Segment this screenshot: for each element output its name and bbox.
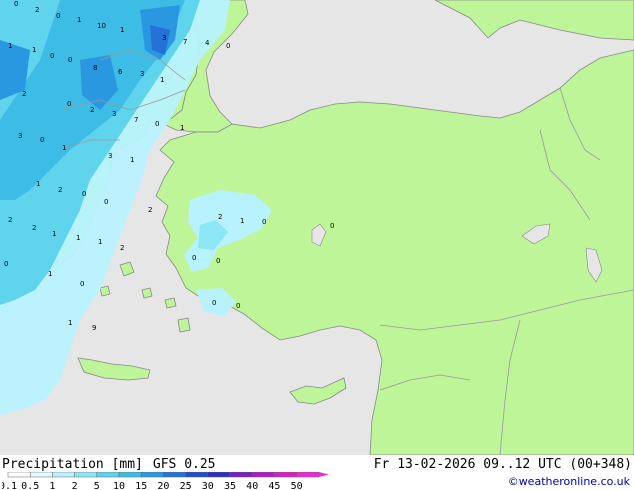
precip-value-label: 1 (52, 230, 56, 238)
precip-value-label: 2 (218, 213, 222, 221)
land-island-2 (141, 287, 153, 299)
precip-value-label: 1 (62, 144, 66, 152)
scale-label: 20 (157, 481, 169, 490)
precip-value-label: 1 (180, 124, 184, 132)
precip-value-label: 1 (8, 42, 12, 50)
precip-value-label: 2 (8, 216, 12, 224)
land-island-5 (99, 285, 111, 297)
valid-time: Fr 13-02-2026 09..12 UTC (00+348) (373, 457, 632, 472)
precip-value-label: 4 (205, 39, 210, 47)
scale-swatch (52, 472, 75, 478)
precip-value-label: 0 (67, 100, 71, 108)
precip-value-label: 2 (35, 6, 39, 14)
precip-value-label: 3 (108, 152, 112, 160)
scale-label: 15 (135, 481, 147, 490)
scale-swatch (185, 472, 209, 478)
precip-value-label: 2 (90, 106, 94, 114)
precip-value-label: 2 (58, 186, 62, 194)
scale-label: 0.5 (21, 481, 39, 490)
precip-value-label: 3 (18, 132, 22, 140)
precip-value-label: 6 (118, 68, 123, 76)
precip-value-label: 1 (76, 234, 80, 242)
precip-value-label: 2 (120, 244, 124, 252)
scale-swatch (296, 472, 320, 478)
precip-value-label: 7 (183, 38, 187, 46)
land-island-3 (164, 297, 177, 309)
precip-value-label: 10 (97, 22, 106, 30)
precip-value-label: 0 (56, 12, 60, 20)
land-island-4 (177, 317, 191, 333)
scale-label: 2 (72, 481, 78, 490)
precip-value-label: 0 (212, 299, 216, 307)
scale-swatch (251, 472, 275, 478)
precip-value-label: 0 (236, 302, 240, 310)
precip-value-label: 0 (68, 56, 72, 64)
precip-value-label: 0 (40, 136, 44, 144)
precip-value-label: 0 (14, 0, 18, 8)
precip-value-label: 3 (162, 34, 166, 42)
credit-text: ©weatheronline.co.uk (507, 475, 630, 488)
precip-value-label: 9 (92, 324, 96, 332)
precip-value-label: 2 (148, 206, 152, 214)
precip-value-label: 1 (36, 180, 40, 188)
precip-value-label: 1 (68, 319, 72, 327)
precip-value-label: 0 (104, 198, 108, 206)
scale-label: 25 (180, 481, 192, 490)
precip-value-label: 1 (240, 217, 244, 225)
precip-value-label: 2 (32, 224, 36, 232)
precip-value-label: 0 (226, 42, 230, 50)
precip-value-label: 1 (120, 26, 124, 34)
precip-value-label: 0 (82, 190, 86, 198)
scale-swatch (207, 472, 231, 478)
precip-value-label: 3 (140, 70, 144, 78)
scale-label: 45 (268, 481, 280, 490)
precip-value-label: 1 (98, 238, 102, 246)
scale-label: 40 (246, 481, 258, 490)
scale-label: 35 (224, 481, 236, 490)
scale-swatch (96, 472, 120, 478)
scale-label: 10 (113, 481, 125, 490)
scale-swatch (274, 472, 297, 478)
precip-value-label: 3 (112, 110, 116, 118)
precip-value-label: 7 (134, 116, 138, 124)
scale-swatch (229, 472, 253, 478)
scale-swatch (163, 472, 186, 478)
precip-value-label: 1 (130, 156, 134, 164)
precip-value-label: 0 (80, 280, 84, 288)
legend-title: Precipitation [mm] GFS 0.25 (2, 457, 226, 472)
precipitation-map: 20 110 10301 108 6 37 4 01202 37 0 13 013 112 002221 1… (0, 0, 634, 455)
precip-value-label: 0 (50, 52, 54, 60)
scale-label: 5 (94, 481, 100, 490)
precip-value-label: 1 (48, 270, 52, 278)
scale-swatch (118, 472, 142, 478)
product-label: Precipitation [mm] (2, 457, 143, 472)
precip-value-label: 0 (192, 254, 196, 262)
scale-label: 50 (291, 481, 303, 490)
precip-value-label: 1 (160, 76, 164, 84)
precip-value-label: 0 (262, 218, 266, 226)
scale-swatch (7, 472, 31, 478)
color-scale: 0.10.5125101520253035404550 (2, 472, 329, 490)
scale-label: 30 (202, 481, 214, 490)
scale-swatch (74, 472, 98, 478)
precip-value-label: 1 (32, 46, 36, 54)
precip-value-label: 0 (4, 260, 8, 268)
scale-swatch (140, 472, 164, 478)
scale-arrow-icon (318, 472, 329, 477)
precip-value-label: 8 (93, 64, 97, 72)
scale-swatch (29, 472, 53, 478)
model-label: GFS 0.25 (152, 457, 216, 472)
precip-value-label: 2 (22, 90, 26, 98)
precip-value-label: 0 (216, 257, 220, 265)
scale-label: 0.1 (2, 481, 17, 490)
precip-value-label: 0 (330, 222, 334, 230)
scale-label: 1 (49, 481, 55, 490)
precip-value-label: 1 (77, 16, 81, 24)
legend-bar: Precipitation [mm] GFS 0.25 Fr 13-02-2026… (0, 455, 634, 490)
precip-value-label: 0 (155, 120, 159, 128)
